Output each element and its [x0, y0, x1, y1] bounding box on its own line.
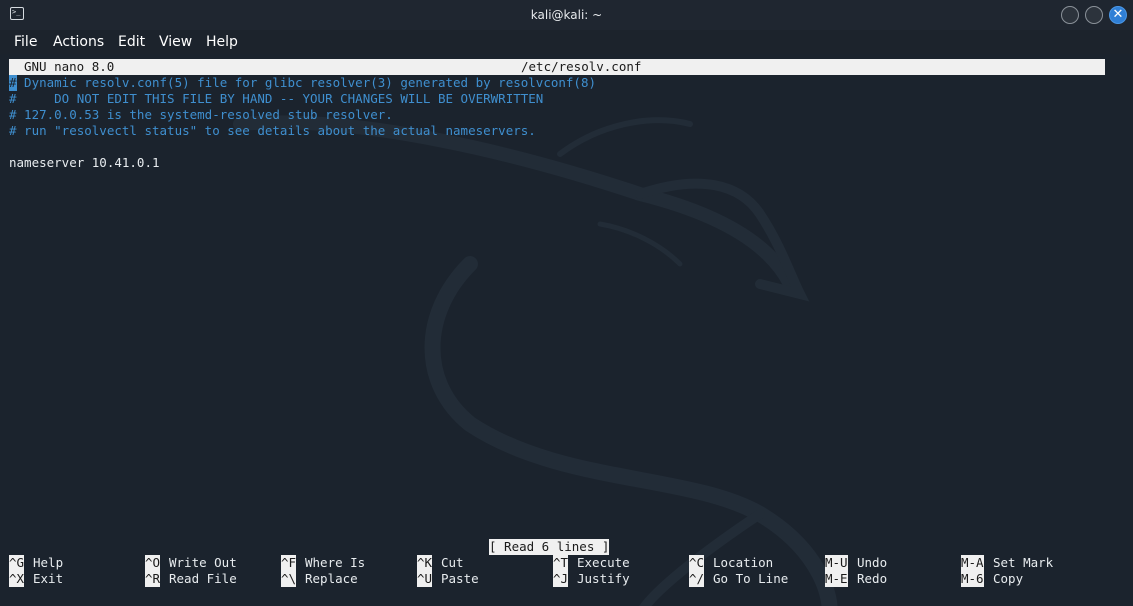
shortcut-key-replace[interactable]: ^\	[281, 571, 297, 587]
shortcut-label-set-mark: Set Mark	[993, 555, 1054, 570]
shortcut-label-exit: Exit	[33, 571, 64, 586]
shortcut-key-cut[interactable]: ^K	[417, 555, 433, 571]
shortcut-key-exit[interactable]: ^X	[9, 571, 25, 587]
shortcut-key-set-mark[interactable]: M-A	[961, 555, 984, 571]
shortcut-label-help: Help	[33, 555, 64, 570]
editor-line-4[interactable]: # run "resolvectl status" to see details…	[9, 123, 536, 139]
minimize-button[interactable]	[1061, 6, 1079, 24]
shortcut-key-where-is[interactable]: ^F	[281, 555, 297, 571]
shortcut-label-write-out: Write Out	[169, 555, 237, 570]
shortcut-key-execute[interactable]: ^T	[553, 555, 569, 571]
menu-help[interactable]: Help	[206, 33, 238, 51]
window-title: kali@kali: ~	[530, 8, 603, 22]
shortcut-label-copy: Copy	[993, 571, 1024, 586]
shortcut-label-execute: Execute	[577, 555, 630, 570]
shortcut-key-write-out[interactable]: ^O	[145, 555, 161, 571]
shortcut-label-where-is: Where Is	[305, 555, 366, 570]
shortcut-key-go-to-line[interactable]: ^/	[689, 571, 705, 587]
menu-actions[interactable]: Actions	[53, 33, 104, 51]
shortcut-key-location[interactable]: ^C	[689, 555, 705, 571]
nano-version: GNU nano 8.0	[24, 59, 115, 74]
editor-line-2[interactable]: # DO NOT EDIT THIS FILE BY HAND -- YOUR …	[9, 91, 543, 107]
shortcut-label-undo: Undo	[857, 555, 888, 570]
shortcut-label-go-to-line: Go To Line	[713, 571, 789, 586]
title-bar: >_ kali@kali: ~ ✕	[0, 0, 1133, 30]
shortcut-key-help[interactable]: ^G	[9, 555, 25, 571]
shortcut-key-undo[interactable]: M-U	[825, 555, 848, 571]
menu-edit[interactable]: Edit	[118, 33, 145, 51]
text-cursor: #	[9, 75, 17, 91]
shortcut-key-redo[interactable]: M-E	[825, 571, 848, 587]
close-button[interactable]: ✕	[1109, 6, 1127, 24]
shortcut-label-read-file: Read File	[169, 571, 237, 586]
shortcut-label-justify: Justify	[577, 571, 630, 586]
editor-line-1[interactable]: # Dynamic resolv.conf(5) file for glibc …	[9, 75, 596, 91]
editor-line-6[interactable]: nameserver 10.41.0.1	[9, 155, 160, 171]
shortcut-label-replace: Replace	[305, 571, 358, 586]
shortcut-key-paste[interactable]: ^U	[417, 571, 433, 587]
menu-file[interactable]: File	[14, 33, 37, 51]
shortcut-key-copy[interactable]: M-6	[961, 571, 984, 587]
nano-header-bar: GNU nano 8.0 /etc/resolv.conf	[9, 59, 1105, 75]
menu-view[interactable]: View	[159, 33, 192, 51]
close-icon: ✕	[1112, 7, 1124, 22]
shortcut-label-paste: Paste	[441, 571, 479, 586]
shortcut-key-read-file[interactable]: ^R	[145, 571, 161, 587]
terminal-area[interactable]: GNU nano 8.0 /etc/resolv.conf # Dynamic …	[0, 54, 1133, 606]
file-name: /etc/resolv.conf	[521, 59, 642, 74]
editor-line-3[interactable]: # 127.0.0.53 is the systemd-resolved stu…	[9, 107, 393, 123]
status-message: [ Read 6 lines ]	[489, 539, 610, 555]
shortcut-label-location: Location	[713, 555, 774, 570]
shortcut-label-redo: Redo	[857, 571, 888, 586]
menu-bar: File Actions Edit View Help	[0, 30, 1133, 54]
shortcut-label-cut: Cut	[441, 555, 464, 570]
shortcut-key-justify[interactable]: ^J	[553, 571, 569, 587]
maximize-button[interactable]	[1085, 6, 1103, 24]
